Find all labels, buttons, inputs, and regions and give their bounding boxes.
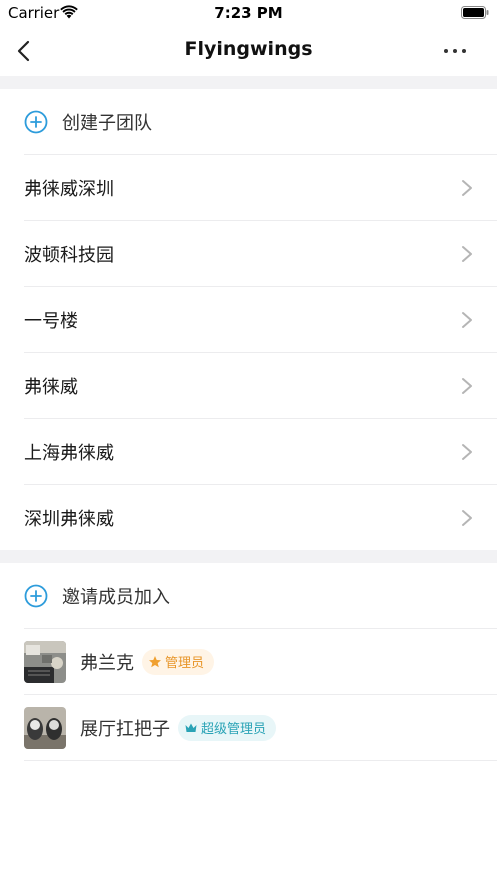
section-divider	[0, 550, 497, 563]
member-name: 展厅扛把子	[80, 718, 170, 740]
plus-circle-icon	[24, 584, 48, 607]
chevron-right-icon	[462, 246, 472, 262]
members-section: 邀请成员加入 弗兰克 管理员 展厅扛把子 超级管理员	[0, 563, 497, 761]
battery-icon	[461, 6, 489, 19]
role-label: 管理员	[165, 656, 205, 671]
subteam-item[interactable]: 上海弗徕威	[24, 419, 497, 485]
chevron-right-icon	[462, 378, 472, 394]
create-subteam-button[interactable]: 创建子团队	[24, 89, 497, 155]
subteam-item[interactable]: 弗徕威深圳	[24, 155, 497, 221]
star-icon	[149, 655, 161, 667]
member-item[interactable]: 弗兰克 管理员	[24, 629, 497, 695]
more-icon[interactable]	[441, 40, 469, 62]
subteam-label: 一号楼	[24, 310, 78, 332]
subteam-item[interactable]: 深圳弗徕威	[24, 485, 497, 551]
subteam-label: 上海弗徕威	[24, 442, 114, 464]
subteam-item[interactable]: 一号楼	[24, 287, 497, 353]
clock: 7:23 PM	[214, 4, 283, 22]
member-name: 弗兰克	[80, 652, 134, 674]
subteam-label: 弗徕威	[24, 376, 78, 398]
status-bar: Carrier 7:23 PM	[0, 0, 497, 26]
invite-member-button[interactable]: 邀请成员加入	[24, 563, 497, 629]
role-badge: 超级管理员	[178, 714, 277, 741]
subteam-section: 创建子团队 弗徕威深圳 波顿科技园 一号楼 弗徕威 上海弗徕威 深圳弗徕威	[0, 89, 497, 551]
subteam-label: 弗徕威深圳	[24, 178, 114, 200]
subteam-label: 深圳弗徕威	[24, 508, 114, 530]
role-label: 超级管理员	[201, 722, 267, 737]
avatar	[24, 640, 66, 683]
invite-member-label: 邀请成员加入	[62, 586, 170, 608]
chevron-right-icon	[462, 312, 472, 328]
role-badge: 管理员	[142, 648, 215, 675]
avatar	[24, 706, 66, 749]
subteam-label: 波顿科技园	[24, 244, 114, 266]
member-item[interactable]: 展厅扛把子 超级管理员	[24, 695, 497, 761]
subteam-item[interactable]: 波顿科技园	[24, 221, 497, 287]
back-icon[interactable]	[12, 38, 38, 64]
crown-icon	[185, 723, 197, 732]
navigation-bar: Flyingwings	[0, 26, 497, 76]
plus-circle-icon	[24, 110, 48, 133]
page-title: Flyingwings	[184, 38, 313, 60]
subteam-item[interactable]: 弗徕威	[24, 353, 497, 419]
section-divider	[0, 76, 497, 89]
create-subteam-label: 创建子团队	[62, 112, 152, 134]
chevron-right-icon	[462, 444, 472, 460]
chevron-right-icon	[462, 180, 472, 196]
chevron-right-icon	[462, 510, 472, 526]
